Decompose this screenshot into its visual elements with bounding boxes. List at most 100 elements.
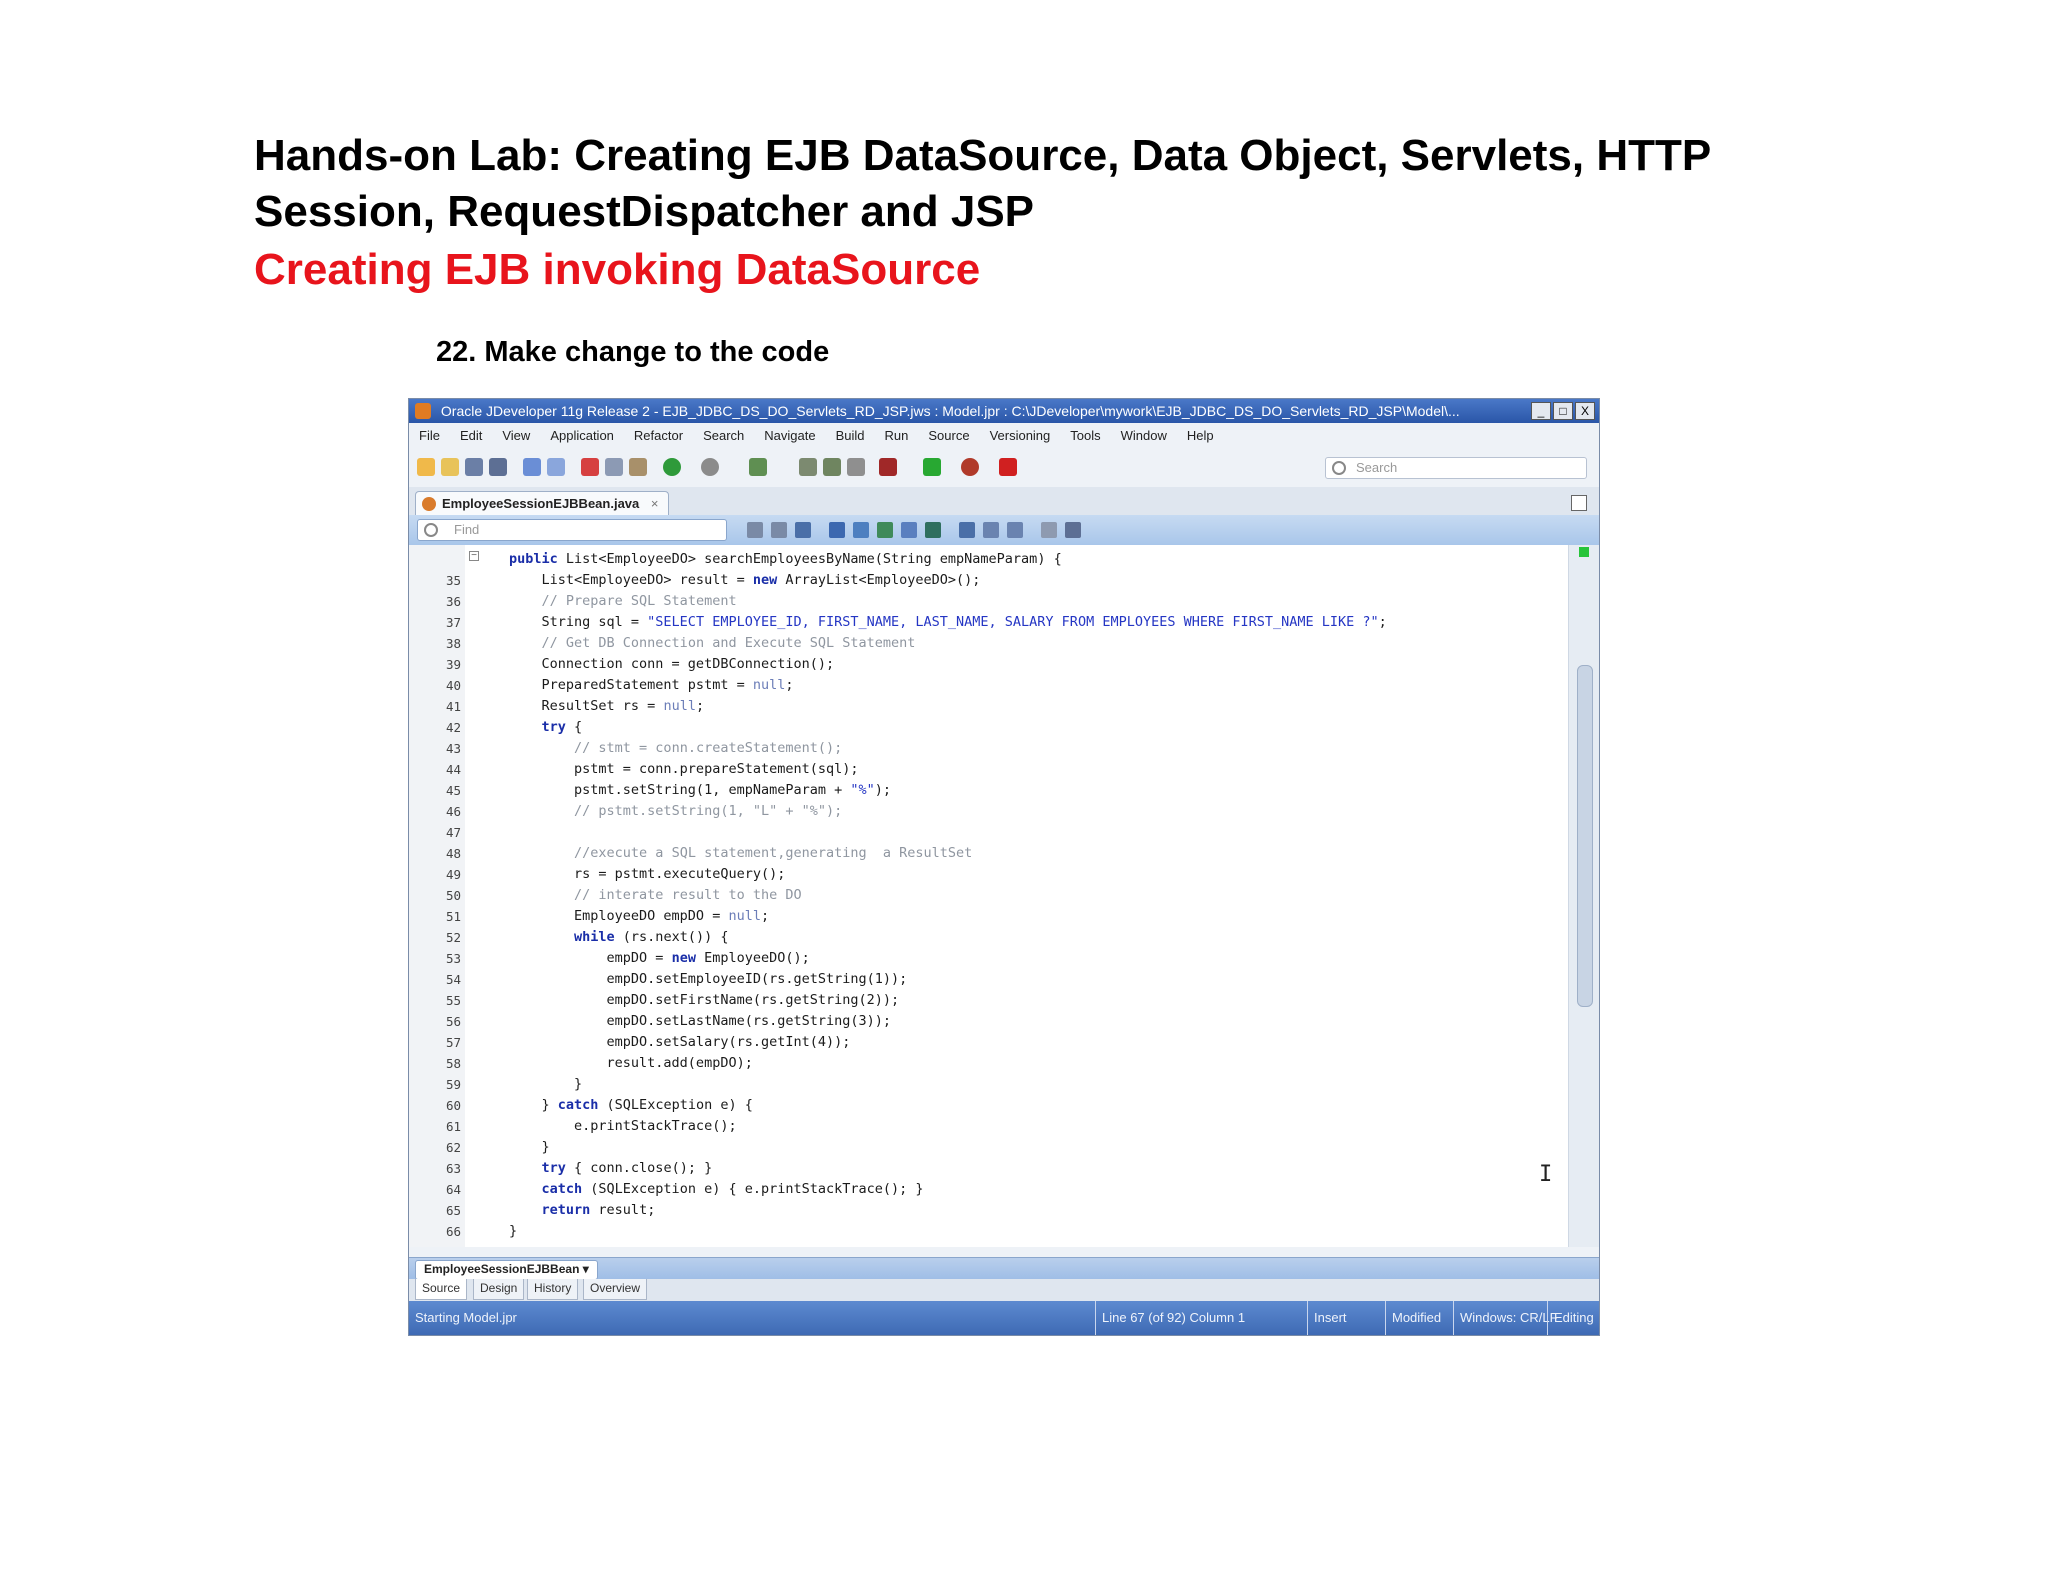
find-previous-icon[interactable] (747, 522, 763, 538)
code-line[interactable]: // Get DB Connection and Execute SQL Sta… (509, 633, 916, 654)
menu-versioning[interactable]: Versioning (990, 423, 1051, 449)
code-line[interactable]: } (509, 1221, 517, 1242)
forward-icon[interactable] (701, 458, 719, 476)
rebuild-icon[interactable] (823, 458, 841, 476)
paste-icon[interactable] (629, 458, 647, 476)
structure-breadcrumb-bar: EmployeeSessionEJBBean ▾ (409, 1257, 1599, 1280)
menu-tools[interactable]: Tools (1070, 423, 1100, 449)
menu-search[interactable]: Search (703, 423, 744, 449)
tab-employee-session-ejb-bean[interactable]: EmployeeSessionEJBBean.java × (415, 491, 670, 515)
code-line[interactable]: try { conn.close(); } (509, 1158, 713, 1179)
code-line[interactable]: ResultSet rs = null; (509, 696, 705, 717)
bookmark-icon[interactable] (959, 522, 975, 538)
code-line[interactable]: // pstmt.setString(1, "L" + "%"); (509, 801, 842, 822)
code-line[interactable]: return result; (509, 1200, 656, 1221)
save-icon[interactable] (465, 458, 483, 476)
open-folder-icon[interactable] (441, 458, 459, 476)
horizontal-scrollbar[interactable] (409, 1247, 1599, 1257)
code-line[interactable]: EmployeeDO empDO = null; (509, 906, 769, 927)
code-line[interactable]: empDO.setEmployeeID(rs.getString(1)); (509, 969, 908, 990)
code-editor[interactable]: 35 36 37 38 39 40 41 42 43 44 45 46 47 48 49 50 51 52 53 54… (409, 545, 1569, 1247)
highlight-icon[interactable] (795, 522, 811, 538)
undo-icon[interactable] (523, 458, 541, 476)
menu-source[interactable]: Source (928, 423, 969, 449)
code-line[interactable]: empDO.setLastName(rs.getString(3)); (509, 1011, 891, 1032)
code-area[interactable]: public List<EmployeeDO> searchEmployeesB… (509, 545, 1549, 1247)
code-line[interactable]: pstmt = conn.prepareStatement(sql); (509, 759, 858, 780)
find-input[interactable]: Find (417, 519, 727, 541)
vertical-scrollbar[interactable] (1568, 545, 1599, 1247)
line-number: 57 (445, 1035, 461, 1050)
code-line[interactable]: } (509, 1074, 582, 1095)
application-navigator-icon[interactable] (749, 458, 767, 476)
code-line[interactable]: while (rs.next()) { (509, 927, 728, 948)
tab-source[interactable]: Source (415, 1279, 468, 1300)
compare-icon[interactable] (1065, 522, 1081, 538)
code-line[interactable]: } (509, 1137, 550, 1158)
run-icon[interactable] (923, 458, 941, 476)
menu-navigate[interactable]: Navigate (764, 423, 815, 449)
code-line[interactable]: // stmt = conn.createStatement(); (509, 738, 842, 759)
tab-design[interactable]: Design (473, 1279, 525, 1300)
menu-build[interactable]: Build (836, 423, 865, 449)
copy-icon[interactable] (605, 458, 623, 476)
scrollbar-thumb[interactable] (1577, 665, 1593, 1007)
code-line[interactable]: Connection conn = getDBConnection(); (509, 654, 835, 675)
line-number: 38 (445, 636, 461, 651)
code-line[interactable]: pstmt.setString(1, empNameParam + "%"); (509, 780, 891, 801)
breadcrumb-class[interactable]: EmployeeSessionEJBBean ▾ (415, 1260, 598, 1280)
code-line[interactable]: // interate result to the DO (509, 885, 802, 906)
split-icon[interactable] (1041, 522, 1057, 538)
previous-bookmark-icon[interactable] (983, 522, 999, 538)
tab-close-icon[interactable]: × (651, 496, 659, 511)
format-icon[interactable] (925, 522, 941, 538)
code-line[interactable]: catch (SQLException e) { e.printStackTra… (509, 1179, 924, 1200)
tab-overview[interactable]: Overview (583, 1279, 648, 1300)
code-line[interactable]: e.printStackTrace(); (509, 1116, 737, 1137)
save-all-icon[interactable] (489, 458, 507, 476)
menu-refactor[interactable]: Refactor (634, 423, 683, 449)
code-line[interactable]: empDO = new EmployeeDO(); (509, 948, 810, 969)
unindent-icon[interactable] (901, 522, 917, 538)
clean-icon[interactable] (847, 458, 865, 476)
code-line[interactable]: List<EmployeeDO> result = new ArrayList<… (509, 570, 981, 591)
code-line[interactable]: PreparedStatement pstmt = null; (509, 675, 794, 696)
debug-icon[interactable] (961, 458, 979, 476)
cut-icon[interactable] (581, 458, 599, 476)
terminate-icon[interactable] (999, 458, 1017, 476)
back-icon[interactable] (663, 458, 681, 476)
new-file-icon[interactable] (417, 458, 435, 476)
code-line[interactable]: result.add(empDO); (509, 1053, 753, 1074)
maximize-button[interactable]: □ (1553, 402, 1573, 420)
make-icon[interactable] (799, 458, 817, 476)
close-button[interactable]: X (1575, 402, 1595, 420)
code-line[interactable]: empDO.setFirstName(rs.getString(2)); (509, 990, 900, 1011)
tab-history[interactable]: History (527, 1279, 579, 1300)
restore-icon[interactable] (1571, 495, 1587, 511)
code-line[interactable]: empDO.setSalary(rs.getInt(4)); (509, 1032, 851, 1053)
minimize-button[interactable]: _ (1531, 402, 1551, 420)
indent-icon[interactable] (877, 522, 893, 538)
menu-application[interactable]: Application (550, 423, 614, 449)
code-line[interactable]: rs = pstmt.executeQuery(); (509, 864, 785, 885)
menu-run[interactable]: Run (885, 423, 909, 449)
code-line[interactable]: } catch (SQLException e) { (509, 1095, 753, 1116)
find-next-icon[interactable] (771, 522, 787, 538)
menu-edit[interactable]: Edit (460, 423, 482, 449)
code-line[interactable]: // Prepare SQL Statement (509, 591, 737, 612)
fold-collapse-icon[interactable]: − (469, 551, 479, 561)
deploy-icon[interactable] (879, 458, 897, 476)
menu-help[interactable]: Help (1187, 423, 1214, 449)
code-line[interactable]: try { (509, 717, 583, 738)
menu-file[interactable]: File (419, 423, 440, 449)
code-line[interactable]: public List<EmployeeDO> searchEmployeesB… (509, 549, 1062, 570)
search-input[interactable]: Search (1325, 457, 1587, 479)
comment-icon[interactable] (853, 522, 869, 538)
code-line[interactable]: String sql = "SELECT EMPLOYEE_ID, FIRST_… (509, 612, 1387, 633)
braces-icon[interactable] (829, 522, 845, 538)
code-line[interactable]: //execute a SQL statement,generating a R… (509, 843, 972, 864)
menu-window[interactable]: Window (1121, 423, 1167, 449)
next-bookmark-icon[interactable] (1007, 522, 1023, 538)
menu-view[interactable]: View (502, 423, 530, 449)
redo-icon[interactable] (547, 458, 565, 476)
